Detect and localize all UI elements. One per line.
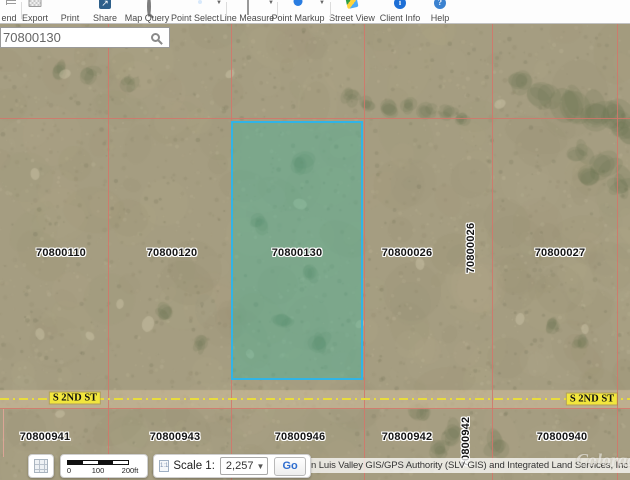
toolbar-item-line-measure[interactable]: Line Measure (246, 0, 248, 24)
parcel-label: 70800027 (535, 247, 586, 259)
legend-icon (6, 0, 16, 5)
scalebar-tick: 100 (92, 466, 105, 475)
parcel-boundary-line (0, 118, 630, 119)
scale-value: 2,257 (226, 460, 254, 472)
street-label: S 2ND ST (567, 394, 617, 405)
gis-map-viewer-window: S 2ND ST S 2ND ST 70800110 70800120 7080… (0, 0, 630, 480)
parcel-boundary-line (3, 409, 4, 457)
parcel-label: 70800026 (465, 223, 477, 274)
scalebar-widget: 0 100 200ft (60, 454, 148, 478)
scale-select[interactable]: 2,257 ▼ (220, 457, 269, 475)
parcel-label: 70800026 (382, 247, 433, 259)
scalebar: 0 100 200ft (67, 458, 143, 474)
toolbar-divider (277, 2, 278, 19)
street-label: S 2ND ST (50, 393, 100, 404)
street-view-icon (345, 0, 358, 9)
go-button[interactable]: Go (274, 457, 305, 476)
parcel-label: 70800946 (275, 431, 326, 443)
search-icon[interactable] (151, 33, 160, 42)
scalebar-tick: 0 (67, 466, 71, 475)
parcel-boundary-line (364, 24, 365, 480)
parcel-label: 70800941 (20, 431, 71, 443)
parcel-label: 70800940 (537, 431, 588, 443)
map-viewport: S 2ND ST S 2ND ST 70800110 70800120 7080… (0, 24, 630, 480)
export-icon (29, 0, 42, 7)
search-input[interactable] (1, 30, 151, 45)
chevron-down-icon[interactable]: ▼ (319, 0, 325, 6)
scale-ratio-icon: 1:1 (159, 460, 169, 472)
client-info-icon: i (394, 0, 406, 9)
coordinate-grid-icon (34, 459, 48, 473)
parcel-boundary-line (492, 24, 493, 480)
parcel-label: 70800110 (36, 247, 86, 259)
chevron-down-icon[interactable]: ▼ (216, 0, 222, 6)
toolbar-divider (330, 2, 331, 19)
parcel-label-selected: 70800130 (272, 247, 323, 259)
help-icon: ? (434, 0, 446, 9)
scalebar-tick: 200ft (122, 466, 139, 475)
toolbar-divider (226, 2, 227, 19)
parcel-boundary-line (0, 408, 630, 409)
toolbar: end Export Print ↗ Share Map Query Point… (0, 0, 630, 24)
share-icon: ↗ (99, 0, 111, 9)
scale-widget: 1:1 Scale 1: 2,257 ▼ Go (153, 454, 311, 478)
point-markup-icon (294, 0, 303, 6)
scale-label: Scale 1: (173, 460, 215, 472)
parcel-boundary-line (617, 24, 618, 480)
toolbar-divider (21, 2, 22, 19)
toolbar-item-map-query[interactable]: Map Query (145, 0, 149, 24)
parcel-label: 70800943 (150, 431, 201, 443)
chevron-down-icon: ▼ (257, 459, 265, 475)
toolbar-item-legend[interactable]: end (0, 0, 18, 24)
colorado-watermark: Colorado (576, 450, 630, 471)
search-box (0, 27, 170, 48)
parcel-boundary-line (108, 24, 109, 480)
coordinate-grid-widget[interactable] (28, 454, 54, 478)
parcel-label: 70800942 (382, 431, 433, 443)
scalebar-bar (67, 460, 129, 465)
chevron-down-icon[interactable]: ▼ (268, 0, 274, 6)
parcel-label: 70800120 (147, 247, 198, 259)
